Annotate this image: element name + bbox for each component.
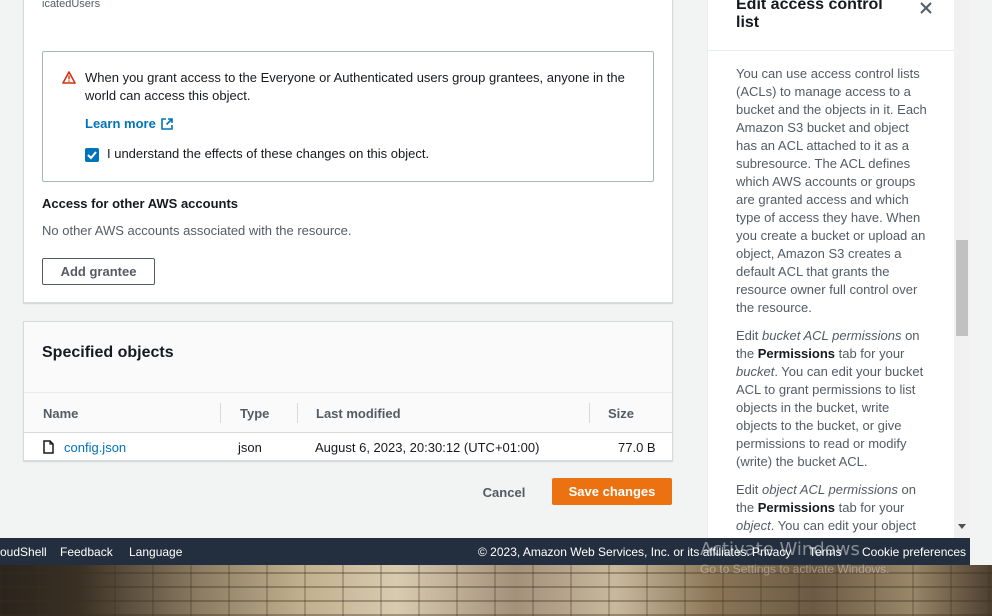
help-paragraph-3: Edit object ACL permissions on the Permi…: [736, 482, 916, 538]
panel-divider: [708, 50, 954, 51]
file-icon: [43, 440, 54, 454]
save-changes-button[interactable]: Save changes: [552, 478, 672, 505]
help-panel-body: You can use access control lists (ACLs) …: [736, 65, 932, 538]
footer-cookie-preferences-link[interactable]: Cookie preferences: [862, 545, 966, 559]
other-accounts-heading: Access for other AWS accounts: [42, 196, 239, 211]
checkmark-icon: [87, 151, 97, 160]
column-divider[interactable]: [220, 403, 221, 423]
public-access-warning: When you grant access to the Everyone or…: [42, 51, 654, 182]
specified-objects-header: Specified objects: [24, 322, 672, 393]
understand-checkbox[interactable]: [85, 148, 99, 162]
help-panel-scrollbar[interactable]: [954, 0, 970, 538]
specified-objects-card: Specified objects Name Type Last modifie…: [23, 321, 673, 461]
specified-objects-title: Specified objects: [42, 344, 174, 361]
object-size: 77.0 B: [618, 440, 656, 455]
clipped-grantee-label: icatedUsers: [42, 0, 101, 10]
scroll-down-arrow-icon[interactable]: [958, 524, 966, 529]
external-link-icon: [161, 117, 173, 130]
footer-language-link[interactable]: Language: [129, 545, 182, 559]
object-type: json: [238, 440, 262, 455]
understand-checkbox-label[interactable]: I understand the effects of these change…: [107, 146, 429, 161]
column-divider[interactable]: [589, 403, 590, 423]
footer-cloudshell-link[interactable]: oudShell: [0, 545, 47, 559]
activate-windows-subtext: Go to Settings to activate Windows.: [700, 562, 890, 576]
objects-table-header: Name Type Last modified Size: [24, 393, 672, 433]
help-paragraph-1: You can use access control lists (ACLs) …: [736, 66, 927, 315]
close-icon[interactable]: [918, 0, 934, 16]
table-row: config.json json August 6, 2023, 20:30:1…: [24, 433, 672, 461]
help-paragraph-2: Edit bucket ACL permissions on the Permi…: [736, 328, 924, 469]
object-name-link[interactable]: config.json: [64, 440, 126, 455]
warning-text: When you grant access to the Everyone or…: [85, 70, 625, 103]
add-grantee-button[interactable]: Add grantee: [42, 258, 155, 285]
object-last-modified: August 6, 2023, 20:30:12 (UTC+01:00): [315, 440, 540, 455]
warning-icon: [62, 71, 76, 84]
help-panel-title: Edit access control list: [736, 0, 883, 31]
activate-windows-watermark: Activate Windows: [700, 539, 860, 560]
other-accounts-description: No other AWS accounts associated with th…: [42, 223, 352, 238]
column-header-size[interactable]: Size: [608, 406, 634, 421]
learn-more-label[interactable]: Learn more: [85, 116, 156, 131]
cancel-button[interactable]: Cancel: [476, 481, 532, 503]
main-content: icatedUsers When you grant access to the…: [0, 0, 706, 538]
column-divider[interactable]: [297, 403, 298, 423]
column-header-last-modified[interactable]: Last modified: [316, 406, 401, 421]
column-header-type[interactable]: Type: [240, 406, 269, 421]
column-header-name[interactable]: Name: [43, 406, 78, 421]
learn-more-link[interactable]: Learn more: [85, 116, 174, 131]
scrollbar-thumb[interactable]: [956, 240, 968, 336]
footer-feedback-link[interactable]: Feedback: [60, 545, 113, 559]
help-panel: Edit access control list You can use acc…: [707, 0, 954, 538]
